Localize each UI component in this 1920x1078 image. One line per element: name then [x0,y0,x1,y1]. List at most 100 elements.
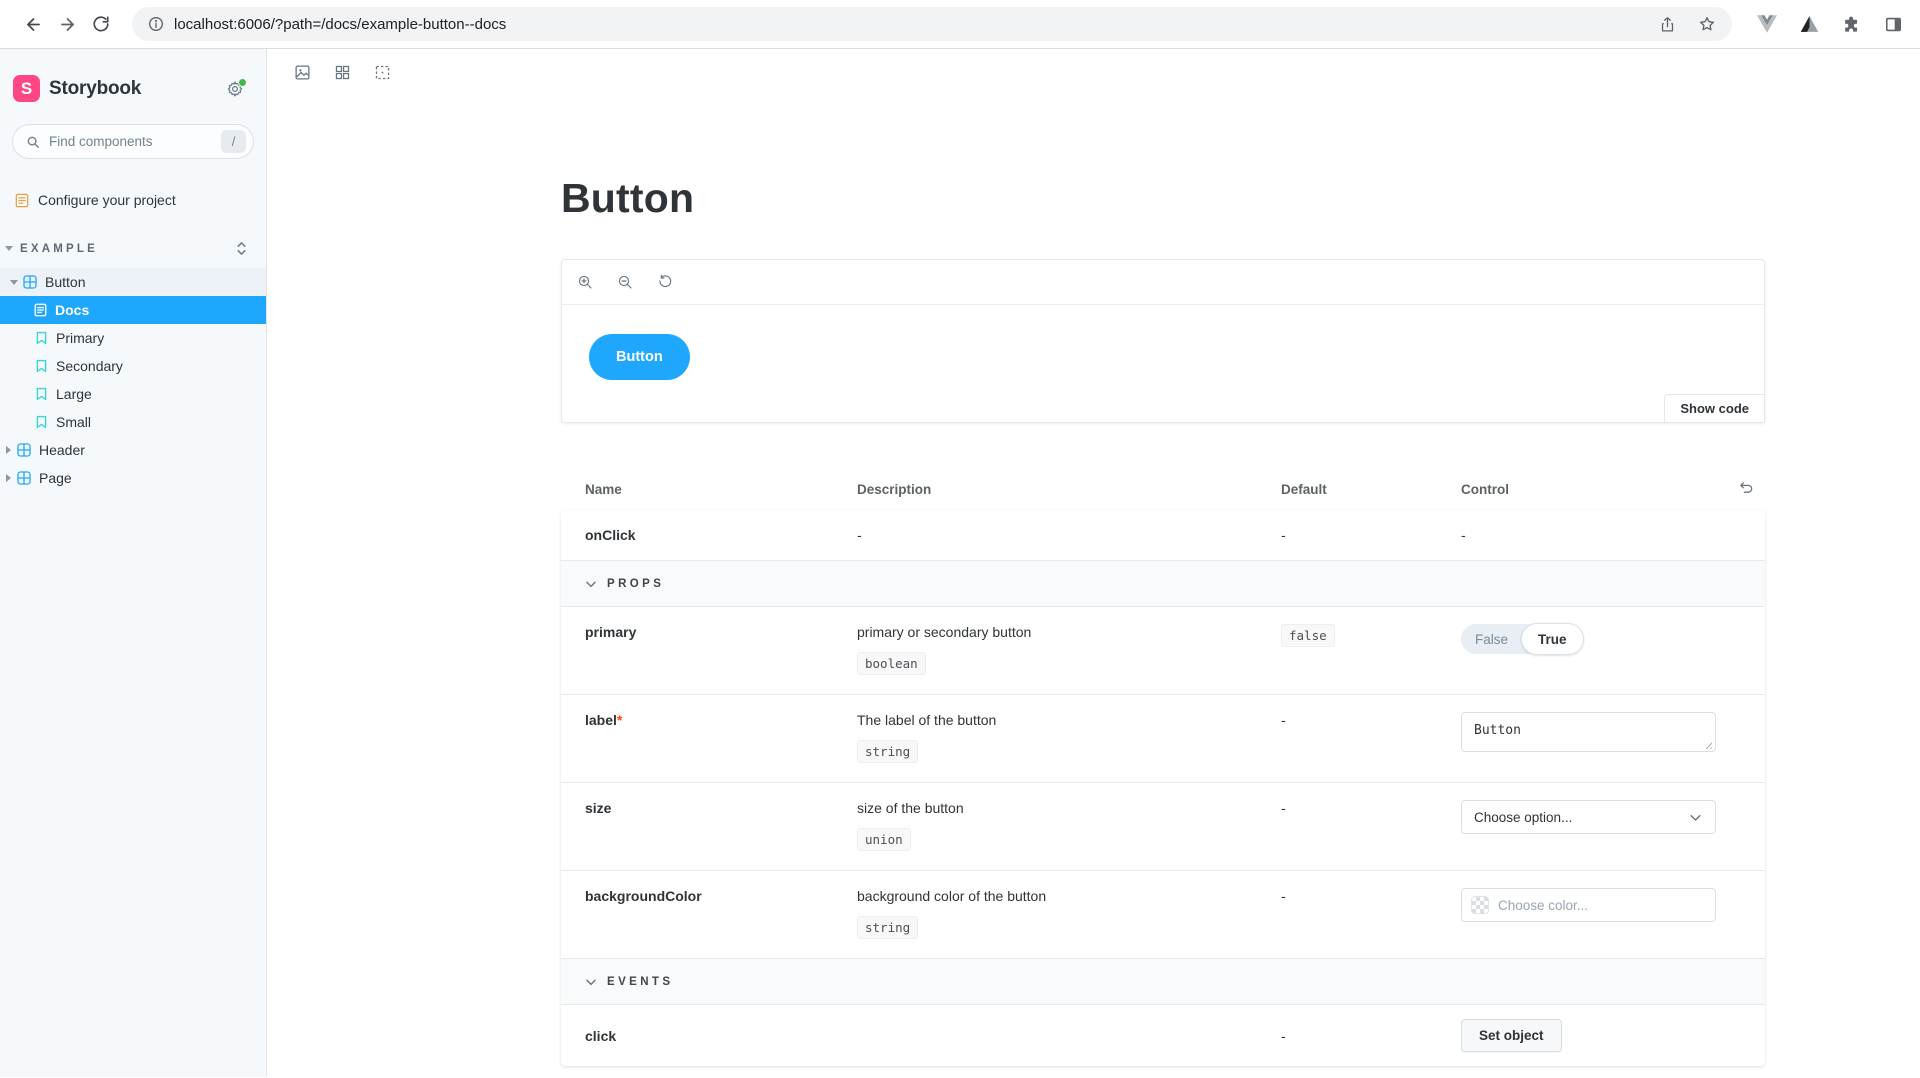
configure-project-label: Configure your project [38,192,176,208]
sidebar-item-label: Docs [55,302,89,318]
image-view-icon[interactable] [294,64,311,81]
collapsed-caret-icon [6,474,11,482]
section-label: EVENTS [607,976,673,988]
label-text-input[interactable]: Button [1461,712,1716,752]
arg-default: - [1281,527,1461,543]
arg-type-badge: union [857,828,911,851]
column-header-control: Control [1461,482,1765,497]
column-header-default: Default [1281,482,1461,497]
section-collapse-caret-icon [5,246,13,251]
arg-row-label: label* The label of the button string - … [561,694,1765,782]
size-select[interactable]: Choose option... [1461,800,1716,834]
search-icon [26,135,40,149]
grid-view-icon[interactable] [334,64,351,81]
vue-devtools-icon[interactable] [1756,13,1778,35]
search-shortcut-badge: / [221,130,246,153]
toggle-true-option[interactable]: True [1521,623,1584,655]
arg-control: - [1461,527,1765,543]
arg-description: background color of the button [857,888,1281,904]
search-input[interactable]: Find components / [12,124,254,159]
side-panel-icon[interactable] [1882,13,1904,35]
document-icon [15,193,29,208]
expand-collapse-all-icon[interactable] [235,241,248,256]
required-asterisk: * [617,712,622,728]
color-swatch-icon[interactable] [1471,896,1489,914]
sidebar-item-label: Header [39,442,85,458]
sidebar-item-docs-selected[interactable]: Docs [0,296,266,324]
arg-default: - [1281,695,1461,782]
url-text[interactable]: localhost:6006/?path=/docs/example-butto… [174,16,1642,33]
zoom-in-icon[interactable] [577,274,593,290]
extension-a-icon[interactable] [1798,13,1820,35]
color-text-input[interactable] [1498,898,1706,913]
arg-row-onclick: onClick - - - [561,510,1765,560]
extensions-puzzle-icon[interactable] [1840,13,1862,35]
reset-controls-icon[interactable] [1738,479,1755,499]
args-table-header: Name Description Default Control [561,482,1765,497]
zoom-reset-icon[interactable] [657,274,673,290]
section-row-props[interactable]: PROPS [561,560,1765,606]
story-preview-card: Button Show code [561,259,1765,423]
sidebar-item-large[interactable]: Large [0,380,266,408]
browser-chrome: localhost:6006/?path=/docs/example-butto… [0,0,1920,49]
main-panel: Button Button [267,49,1920,1077]
configure-project-link[interactable]: Configure your project [0,187,266,213]
sidebar-item-label: Large [56,386,92,402]
sidebar-item-secondary[interactable]: Secondary [0,352,266,380]
arg-name: backgroundColor [561,871,857,958]
toggle-false-option[interactable]: False [1461,632,1522,647]
sidebar-item-small[interactable]: Small [0,408,266,436]
preview-toolbar [562,260,1764,305]
story-bookmark-icon [36,387,47,401]
set-object-button[interactable]: Set object [1461,1019,1562,1052]
browser-extensions [1756,13,1904,35]
sidebar-item-label: Button [45,274,85,290]
sidebar-item-page[interactable]: Page [0,464,266,492]
sidebar-item-primary[interactable]: Primary [0,324,266,352]
arg-row-primary: primary primary or secondary button bool… [561,606,1765,694]
share-icon[interactable] [1652,9,1682,39]
fullscreen-zoom-icon[interactable] [374,64,391,81]
sidebar-item-button[interactable]: Button [0,268,266,296]
settings-gear-icon[interactable] [226,80,244,98]
zoom-out-icon[interactable] [617,274,633,290]
demo-primary-button[interactable]: Button [589,334,690,380]
sidebar-item-label: Primary [56,330,104,346]
bookmark-star-icon[interactable] [1692,9,1722,39]
site-info-icon[interactable] [148,16,164,32]
column-header-name: Name [561,482,857,497]
arg-description: The label of the button [857,712,1281,728]
component-grid-icon [17,443,31,457]
reload-icon[interactable] [84,7,118,41]
arg-row-backgroundcolor: backgroundColor background color of the … [561,870,1765,958]
column-header-description: Description [857,482,1281,497]
select-placeholder: Choose option... [1474,810,1572,825]
section-row-events[interactable]: EVENTS [561,958,1765,1004]
story-bookmark-icon [36,415,47,429]
expanded-caret-icon [10,280,18,285]
brand-title: Storybook [49,78,141,100]
chevron-down-icon [1688,810,1703,825]
page-title: Button [561,175,1765,222]
sidebar-section-example[interactable]: EXAMPLE [0,241,266,256]
boolean-toggle[interactable]: False True [1461,624,1583,654]
arg-row-click: click - Set object [561,1004,1765,1066]
docs-page: Button Button [267,95,1920,1077]
arg-row-size: size size of the button union - Choose o… [561,782,1765,870]
arg-name: label [585,712,617,728]
forward-icon[interactable] [50,7,84,41]
back-icon[interactable] [16,7,50,41]
show-code-button[interactable]: Show code [1664,394,1765,423]
arg-description: size of the button [857,800,1281,816]
arg-name: size [561,783,857,870]
chevron-down-icon [584,975,598,989]
canvas-toolbar [267,49,1920,95]
url-bar[interactable]: localhost:6006/?path=/docs/example-butto… [132,7,1732,41]
collapsed-caret-icon [6,446,11,454]
search-placeholder: Find components [49,134,153,149]
sidebar-item-label: Page [39,470,72,486]
color-picker-input[interactable] [1461,888,1716,922]
sidebar-item-header[interactable]: Header [0,436,266,464]
chevron-down-icon [584,577,598,591]
sidebar-item-label: Small [56,414,91,430]
